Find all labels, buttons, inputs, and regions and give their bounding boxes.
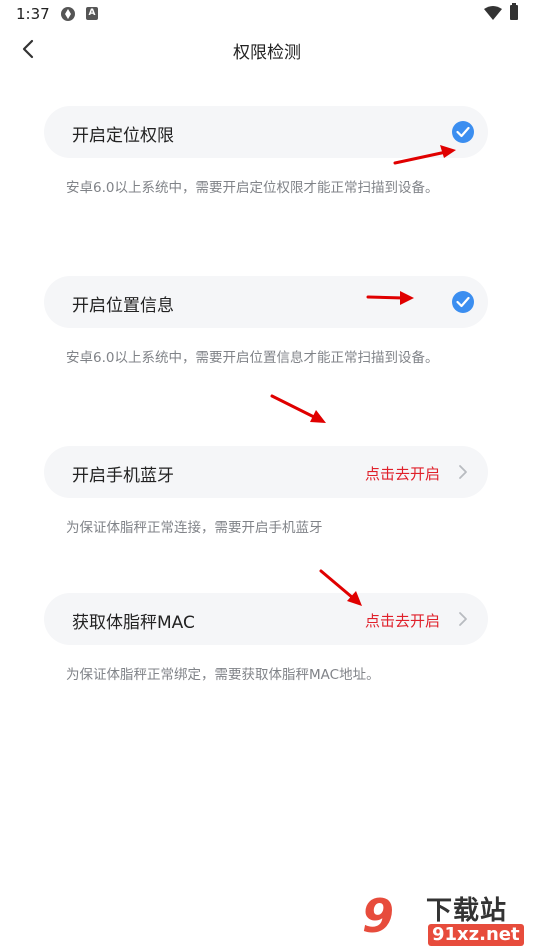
annotation-arrow-3 xyxy=(270,394,326,423)
annotation-arrows xyxy=(270,145,456,606)
watermark-logo: 9 下载站 91xz.net xyxy=(362,888,534,950)
annotation-arrow-1 xyxy=(393,145,456,165)
watermark-top-text: 下载站 xyxy=(426,896,508,926)
annotation-arrow-2 xyxy=(366,291,414,305)
watermark-bottom-text: 91xz.net xyxy=(428,924,524,946)
annotation-arrow-4 xyxy=(319,569,362,606)
watermark-mark: 9 xyxy=(362,889,395,943)
